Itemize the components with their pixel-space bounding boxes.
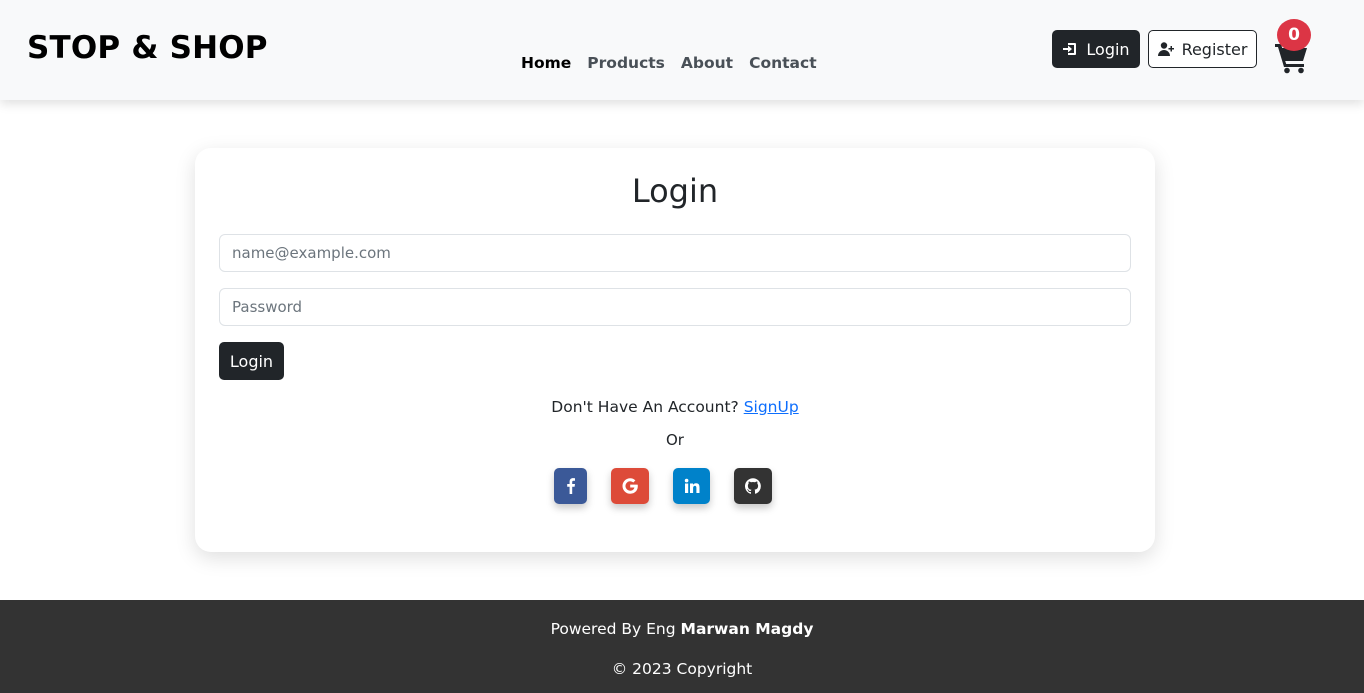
- facebook-login-button[interactable]: [554, 468, 587, 504]
- copyright: © 2023 Copyright: [611, 660, 753, 678]
- or-divider: Or: [666, 431, 684, 449]
- author-name: Marwan Magdy: [680, 620, 814, 638]
- nav-about[interactable]: About: [681, 54, 733, 72]
- nav-contact[interactable]: Contact: [749, 54, 817, 72]
- footer: Powered By Eng Marwan Magdy © 2023 Copyr…: [0, 600, 1364, 693]
- github-icon: [745, 478, 761, 494]
- sign-in-icon: [1063, 43, 1077, 55]
- brand-logo[interactable]: STOP & SHOP: [27, 30, 268, 66]
- nav-login-button[interactable]: Login: [1052, 30, 1140, 68]
- linkedin-login-button[interactable]: [673, 468, 710, 504]
- main-nav: Home Products About Contact: [521, 54, 817, 72]
- user-plus-icon: [1157, 42, 1174, 56]
- signup-prompt-text: Don't Have An Account?: [551, 398, 744, 416]
- navbar: STOP & SHOP Home Products About Contact …: [0, 0, 1364, 100]
- nav-register-button[interactable]: Register: [1148, 30, 1257, 68]
- cart-count-badge: 0: [1277, 19, 1311, 51]
- google-login-button[interactable]: [611, 468, 649, 504]
- login-card: Login Login Don't Have An Account? SignU…: [195, 148, 1155, 552]
- powered-by: Powered By Eng Marwan Magdy: [0, 620, 1364, 638]
- nav-home[interactable]: Home: [521, 54, 571, 72]
- nav-products[interactable]: Products: [587, 54, 665, 72]
- powered-prefix: Powered By Eng: [550, 620, 681, 638]
- login-title: Login: [631, 172, 719, 210]
- facebook-icon: [566, 478, 575, 494]
- email-field[interactable]: [219, 234, 1131, 272]
- google-icon: [622, 478, 638, 494]
- nav-login-label: Login: [1086, 39, 1130, 59]
- password-field[interactable]: [219, 288, 1131, 326]
- signup-link[interactable]: SignUp: [744, 398, 799, 416]
- github-login-button[interactable]: [734, 468, 772, 504]
- nav-register-label: Register: [1181, 39, 1248, 59]
- signup-prompt: Don't Have An Account? SignUp: [195, 398, 1155, 416]
- login-submit-button[interactable]: Login: [219, 342, 284, 380]
- linkedin-icon: [684, 478, 699, 493]
